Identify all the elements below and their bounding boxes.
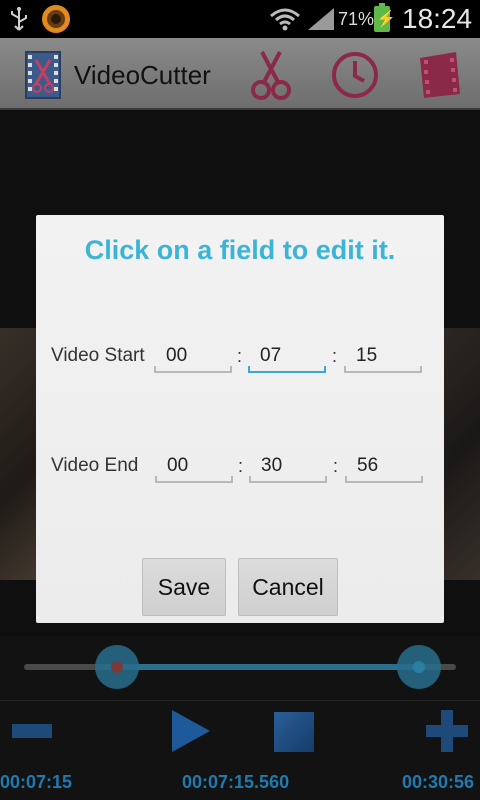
status-time: 18:24 <box>402 3 473 34</box>
clock-icon[interactable] <box>328 48 382 102</box>
start-timecode: 00:07:15 <box>0 772 73 792</box>
plus-icon[interactable] <box>424 708 470 754</box>
video-start-seconds-field[interactable]: 15 <box>344 341 422 373</box>
dialog-title: Click on a field to edit it. <box>84 235 396 265</box>
video-start-label: Video Start <box>51 345 145 366</box>
video-end-minutes-field[interactable]: 30 <box>249 451 327 483</box>
minus-icon[interactable] <box>12 724 52 738</box>
time-separator: : <box>237 346 243 366</box>
app-title: VideoCutter <box>74 60 211 90</box>
signal-icon <box>308 8 334 30</box>
stop-icon[interactable] <box>274 712 314 752</box>
lightning-icon: ⚡ <box>376 11 396 28</box>
video-end-hours-field[interactable]: 00 <box>155 451 233 483</box>
battery-icon: ⚡ <box>374 3 396 32</box>
film-scissors-icon <box>25 51 61 99</box>
battery-percent: 71% <box>338 9 375 29</box>
range-end-handle[interactable] <box>397 645 441 689</box>
play-icon[interactable] <box>170 708 212 754</box>
status-bar: 71% ⚡ 18:24 <box>0 0 480 38</box>
save-button[interactable]: Save <box>142 558 226 616</box>
edit-time-dialog: Click on a field to edit it. Video Start… <box>36 215 444 623</box>
time-separator: : <box>332 346 338 366</box>
time-separator: : <box>238 456 244 476</box>
range-slider-selection <box>117 664 419 670</box>
usb-icon <box>11 7 27 31</box>
time-separator: : <box>333 456 339 476</box>
controls-divider <box>0 700 480 701</box>
range-start-handle[interactable] <box>95 645 139 689</box>
video-start-minutes-field[interactable]: 07 <box>248 341 326 373</box>
video-end-label: Video End <box>51 455 139 476</box>
video-start-hours-field[interactable]: 00 <box>154 341 232 373</box>
scissors-icon[interactable] <box>244 48 298 102</box>
end-timecode: 00:30:56 <box>402 772 475 792</box>
wifi-icon <box>270 8 300 31</box>
action-bar: VideoCutter <box>0 38 480 110</box>
video-end-seconds-field[interactable]: 56 <box>345 451 423 483</box>
film-icon[interactable] <box>412 48 466 102</box>
cancel-button[interactable]: Cancel <box>238 558 338 616</box>
app-notification-icon <box>42 5 70 33</box>
current-timecode: 00:07:15.560 <box>182 772 290 792</box>
